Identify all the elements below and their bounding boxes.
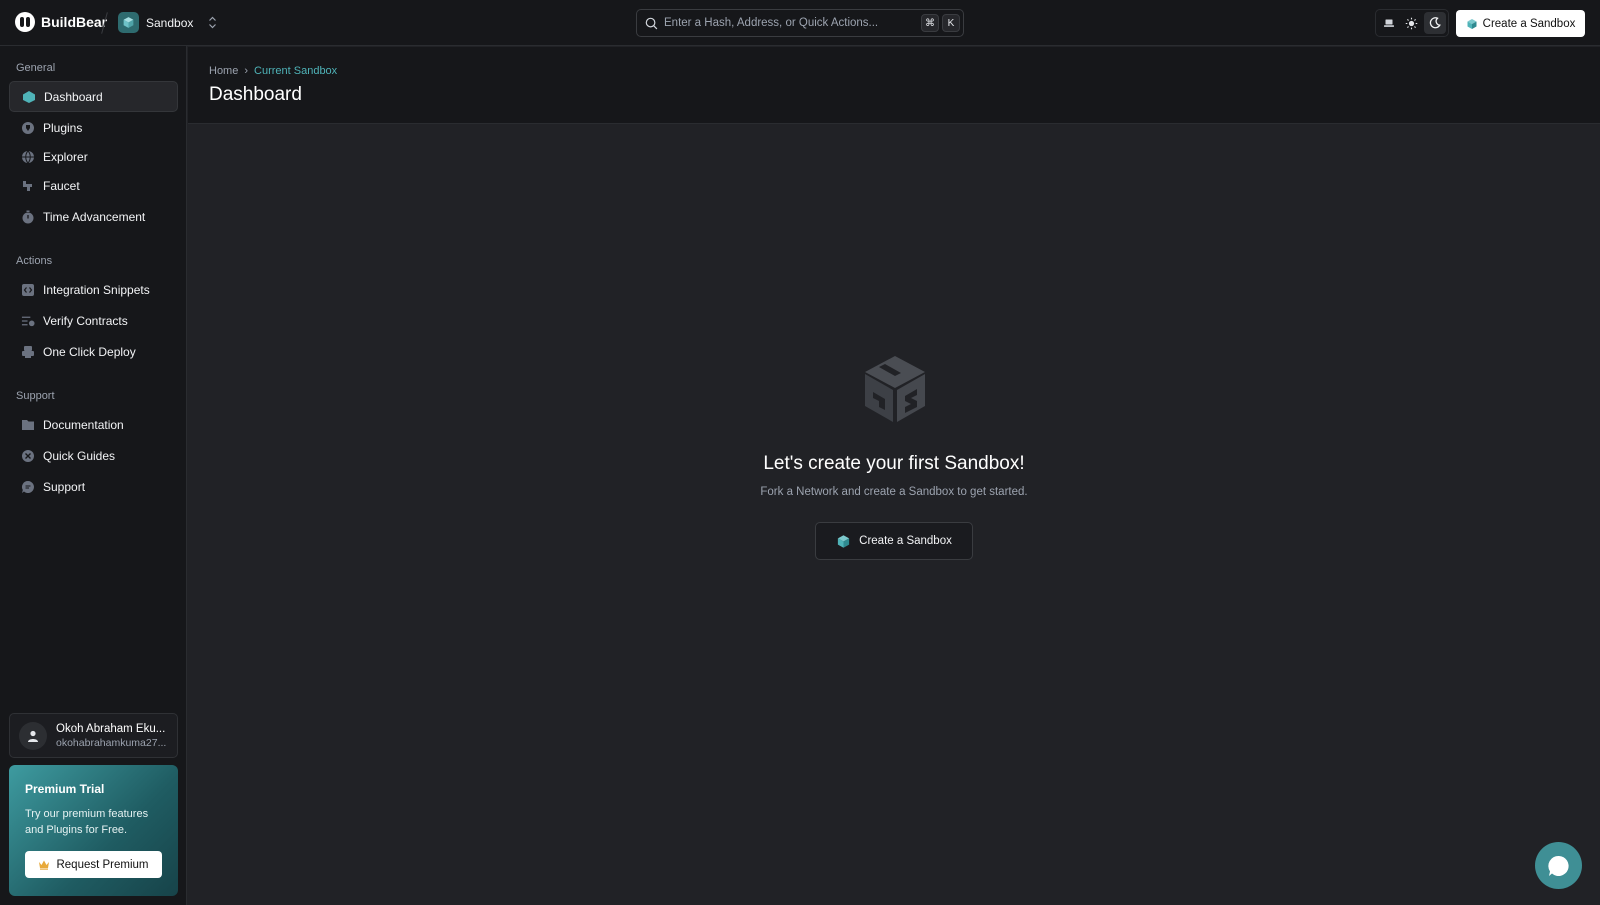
sidebar-item-explorer[interactable]: Explorer [9, 141, 178, 172]
sandbox-switcher[interactable]: Sandbox [118, 12, 217, 33]
premium-trial-card: Premium Trial Try our premium features a… [9, 765, 178, 896]
sidebar-item-label: Time Advancement [43, 209, 146, 224]
page-title: Dashboard [209, 84, 302, 105]
chevron-right-icon: › [244, 65, 249, 77]
chat-bubble-icon [1547, 855, 1569, 876]
laptop-icon [1384, 19, 1395, 27]
sidebar-item-quick-guides[interactable]: Quick Guides [9, 440, 178, 471]
section-title-general: General [16, 62, 56, 74]
sidebar-item-plugins[interactable]: Plugins [9, 112, 178, 143]
moon-icon [1429, 17, 1441, 29]
user-email: okohabrahamkuma27... [56, 736, 167, 749]
sidebar-item-label: Documentation [43, 417, 124, 432]
system-theme-button[interactable] [1378, 12, 1400, 34]
request-premium-button[interactable]: Request Premium [25, 851, 162, 878]
sandbox-label: Sandbox [146, 15, 194, 30]
avatar [19, 721, 47, 750]
theme-switcher [1375, 9, 1449, 37]
sidebar-item-time-advancement[interactable]: Time Advancement [9, 201, 178, 232]
sidebar-item-dashboard[interactable]: Dashboard [9, 81, 178, 112]
sandbox-cube-illustration-icon [865, 356, 925, 422]
empty-state-subtitle: Fork a Network and create a Sandbox to g… [760, 486, 1028, 498]
plugins-icon [21, 121, 35, 135]
command-key-badge: ⌘ [921, 14, 939, 32]
sun-icon [1406, 17, 1418, 29]
sidebar-item-label: One Click Deploy [43, 344, 136, 359]
request-premium-label: Request Premium [56, 858, 149, 871]
faucet-icon [21, 179, 35, 193]
empty-state-title: Let's create your first Sandbox! [763, 453, 1025, 474]
breadcrumb: Home › Current Sandbox [209, 65, 337, 77]
dashboard-icon [22, 90, 36, 104]
top-bar: BuildBear Sandbox ⌘ K Create a Sandbox [0, 0, 1600, 46]
code-icon [21, 283, 35, 297]
chat-widget-button[interactable] [1535, 842, 1582, 889]
k-key-badge: K [942, 14, 960, 32]
sidebar-item-integration-snippets[interactable]: Integration Snippets [9, 274, 178, 305]
search-icon [645, 17, 658, 29]
sidebar-item-label: Verify Contracts [43, 313, 128, 328]
create-sandbox-button[interactable]: Create a Sandbox [1456, 10, 1585, 37]
sidebar-item-label: Faucet [43, 178, 80, 193]
sidebar-item-label: Plugins [43, 120, 83, 135]
create-sandbox-label: Create a Sandbox [1482, 17, 1576, 30]
page-header: Home › Current Sandbox Dashboard [188, 47, 1600, 124]
sidebar-item-label: Explorer [43, 149, 88, 164]
verify-icon [21, 314, 35, 328]
sidebar-item-documentation[interactable]: Documentation [9, 409, 178, 440]
sidebar-item-label: Quick Guides [43, 448, 116, 463]
section-title-actions: Actions [16, 255, 53, 267]
sandbox-cube-icon [838, 534, 850, 548]
user-icon [28, 730, 38, 742]
sidebar-item-label: Integration Snippets [43, 282, 150, 297]
premium-title: Premium Trial [25, 782, 105, 796]
search-bar[interactable]: ⌘ K [636, 9, 964, 37]
sidebar: General Dashboard Plugins Explorer Fauce… [0, 46, 187, 905]
buildbear-logo-icon [15, 12, 35, 32]
guide-icon [21, 449, 35, 463]
premium-description: Try our premium features and Plugins for… [25, 808, 149, 836]
user-profile-card[interactable]: Okoh Abraham Eku... okohabrahamkuma27... [9, 713, 178, 758]
user-name: Okoh Abraham Eku... [56, 722, 166, 735]
light-theme-button[interactable] [1401, 12, 1423, 34]
sandbox-cube-icon [118, 12, 139, 33]
breadcrumb-current-link[interactable]: Current Sandbox [254, 65, 337, 77]
breadcrumb-home-link[interactable]: Home [209, 65, 238, 77]
create-sandbox-main-label: Create a Sandbox [859, 535, 952, 547]
chevron-updown-icon [208, 16, 217, 30]
sidebar-item-faucet[interactable]: Faucet [9, 170, 178, 201]
create-sandbox-main-button[interactable]: Create a Sandbox [815, 522, 973, 560]
globe-icon [21, 150, 35, 164]
crown-icon [39, 860, 50, 870]
sidebar-item-label: Support [43, 479, 86, 494]
deploy-icon [21, 345, 35, 359]
sidebar-item-label: Dashboard [44, 89, 103, 104]
brand-name: BuildBear [41, 14, 108, 30]
sidebar-item-one-click-deploy[interactable]: One Click Deploy [9, 336, 178, 367]
dark-theme-button[interactable] [1423, 12, 1446, 34]
sidebar-item-support[interactable]: Support [9, 471, 178, 502]
folder-icon [21, 418, 35, 432]
section-title-support: Support [16, 390, 55, 402]
sidebar-item-verify-contracts[interactable]: Verify Contracts [9, 305, 178, 336]
brand[interactable]: BuildBear [15, 12, 107, 32]
sandbox-cube-icon [1467, 18, 1477, 29]
empty-state: Let's create your first Sandbox! Fork a … [188, 124, 1600, 905]
clock-icon [21, 210, 35, 224]
chat-icon [21, 480, 35, 494]
search-input[interactable] [664, 17, 921, 29]
